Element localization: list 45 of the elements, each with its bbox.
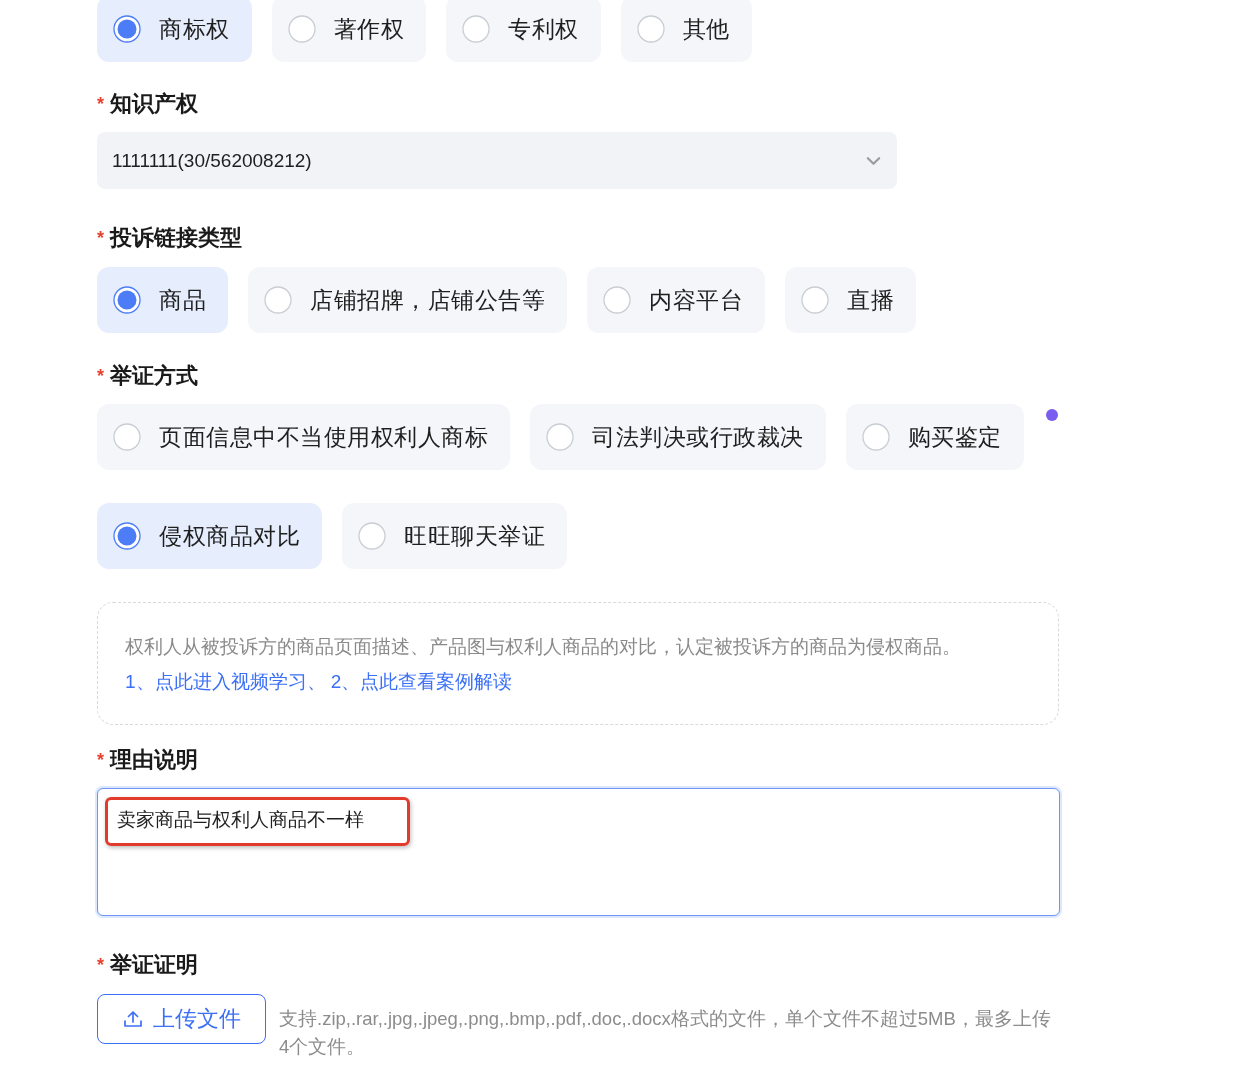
radio-option[interactable]: 司法判决或行政裁决 [530, 404, 826, 470]
radio-icon [546, 423, 574, 451]
field-label: 举证方式 [110, 362, 198, 390]
radio-option[interactable]: 其他 [620, 0, 752, 62]
required-mark: * [97, 93, 104, 115]
required-mark: * [97, 954, 104, 976]
upload-icon [123, 1009, 143, 1029]
radio-option[interactable]: 旺旺聊天举证 [342, 503, 567, 569]
help-link[interactable]: 2、点此查看案例解读 [330, 671, 513, 692]
upload-button[interactable]: 上传文件 [97, 994, 266, 1044]
radio-icon [113, 15, 141, 43]
select-field[interactable]: 1111111(30/562008212) [97, 132, 897, 189]
reason-field[interactable]: 卖家商品与权利人商品不一样 [97, 788, 1060, 916]
required-mark: * [97, 227, 104, 249]
field-label: 举证证明 [110, 951, 198, 979]
radio-option[interactable]: 页面信息中不当使用权利人商标 [97, 404, 510, 470]
radio-icon [113, 522, 141, 550]
radio-icon [287, 15, 316, 43]
radio-icon [462, 15, 490, 43]
radio-option[interactable]: 直播 [785, 267, 916, 333]
radio-icon [113, 423, 141, 451]
radio-icon [801, 286, 829, 314]
radio-option[interactable]: 商品 [97, 267, 228, 333]
upload-hint: 支持.zip,.rar,.jpg,.jpeg,.png,.bmp,.pdf,.doc,.docx格式的文件，单个文件不超过5MB，最多上传4个文件。 [279, 1007, 1052, 1059]
chevron-down-icon [866, 155, 881, 166]
radio-icon [113, 286, 141, 314]
radio-option[interactable]: 购买鉴定 [845, 404, 1024, 470]
radio-icon [603, 286, 631, 314]
required-mark: * [97, 749, 104, 771]
radio-option[interactable]: 内容平台 [587, 267, 765, 333]
radio-option[interactable]: 著作权 [271, 0, 426, 62]
radio-option[interactable]: 侵权商品对比 [97, 503, 322, 569]
radio-icon [358, 522, 386, 550]
radio-icon [636, 15, 665, 43]
radio-option[interactable]: 商标权 [97, 0, 252, 62]
help-link[interactable]: 1、点此进入视频学习、 [125, 671, 326, 692]
radio-option[interactable]: 店铺招牌，店铺公告等 [248, 267, 567, 333]
field-label: 理由说明 [110, 746, 198, 774]
field-label: 知识产权 [110, 90, 198, 118]
radio-option[interactable]: 专利权 [446, 0, 601, 62]
radio-icon [861, 423, 890, 451]
field-label: 投诉链接类型 [110, 224, 242, 252]
radio-icon [264, 286, 292, 314]
tip-text: 权利人从被投诉方的商品页面描述、产品图与权利人商品的对比，认定被投诉方的商品为侵权商品。 1、点此进入视频学习、 2、点此查看案例解读 [125, 635, 962, 694]
required-mark: * [97, 365, 104, 387]
